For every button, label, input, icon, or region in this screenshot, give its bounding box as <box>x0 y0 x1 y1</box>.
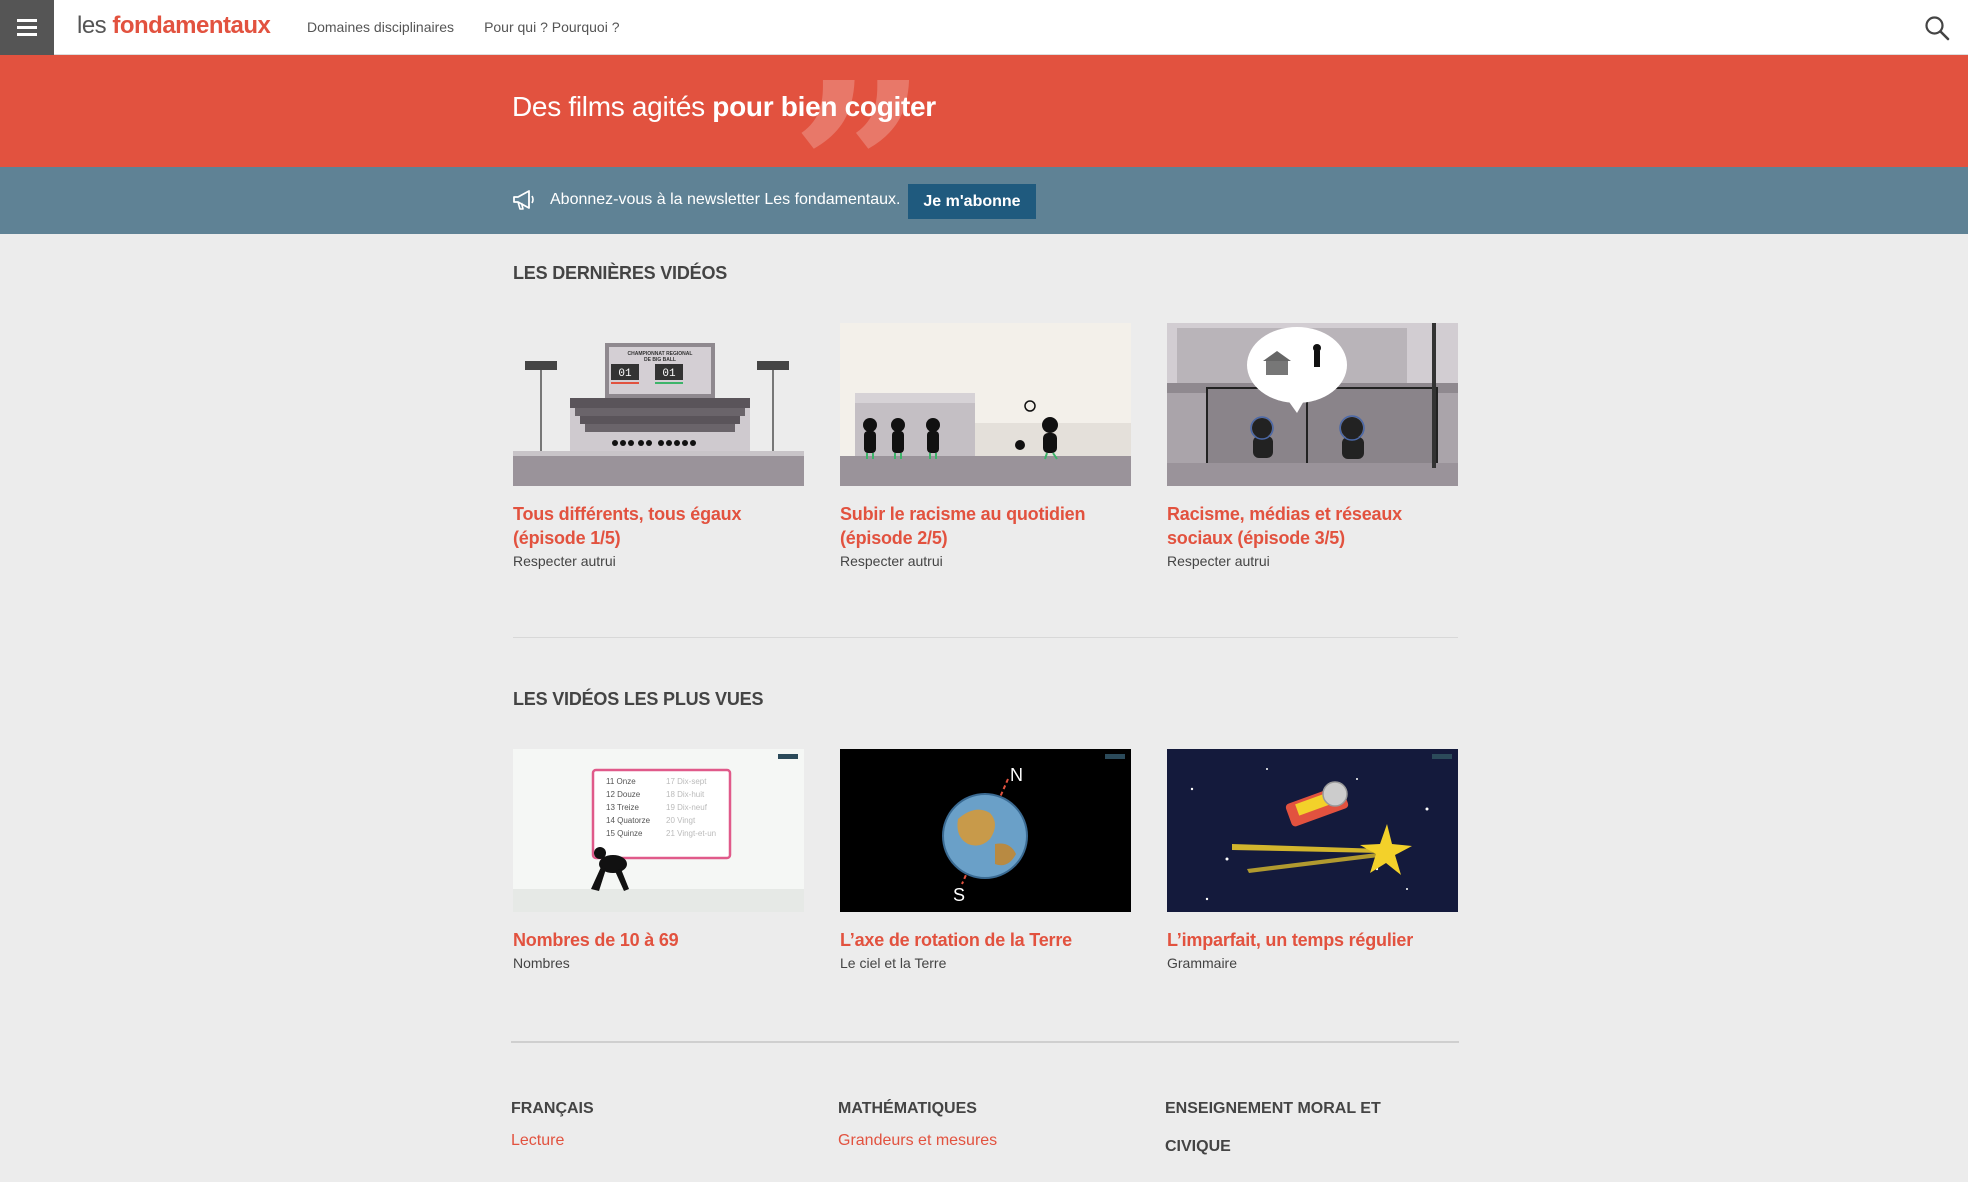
footer-link-grandeurs-mesures[interactable]: Grandeurs et mesures <box>838 1132 1138 1150</box>
scoreboard-line2: DE BIG BALL <box>644 357 676 363</box>
video-card[interactable]: Racisme, médias et réseaux sociaux (épis… <box>1167 323 1458 569</box>
section-title-popular: LES VIDÉOS LES PLUS VUES <box>513 689 764 709</box>
number-word: 11 Onze <box>606 777 636 786</box>
hero-banner: ” Des films agités pour bien cogiter <box>0 55 1968 167</box>
footer-column-title: FRANÇAIS <box>511 1100 594 1117</box>
video-category: Le ciel et la Terre <box>840 955 947 971</box>
video-thumbnail-stadium[interactable]: CHAMPIONNAT REGIONAL DE BIG BALL 01 01 <box>513 323 804 486</box>
video-category: Respecter autrui <box>1167 553 1270 569</box>
video-thumbnail-media[interactable] <box>1167 323 1458 486</box>
newsletter-text: Abonnez-vous à la newsletter Les fondame… <box>550 191 901 208</box>
footer-column-emc: ENSEIGNEMENT MORAL ET CIVIQUE <box>1165 1090 1415 1166</box>
footer-column-francais: FRANÇAIS Lecture <box>511 1090 811 1150</box>
hamburger-icon <box>17 19 37 36</box>
video-title[interactable]: L’imparfait, un temps régulier <box>1167 928 1458 952</box>
video-title[interactable]: Subir le racisme au quotidien (épisode 2… <box>840 502 1131 550</box>
video-title[interactable]: L’axe de rotation de la Terre <box>840 928 1131 952</box>
compass-north-label: N <box>1010 765 1023 785</box>
video-card[interactable]: CHAMPIONNAT REGIONAL DE BIG BALL 01 01 T… <box>513 323 804 569</box>
site-logo[interactable]: les fondamentaux <box>77 12 271 40</box>
footer-column-title: ENSEIGNEMENT MORAL ET CIVIQUE <box>1165 1100 1381 1155</box>
section-divider <box>511 1041 1459 1043</box>
video-category: Respecter autrui <box>513 553 616 569</box>
number-word: 20 Vingt <box>666 816 696 825</box>
subscribe-button[interactable]: Je m'abonne <box>908 184 1036 219</box>
video-category: Respecter autrui <box>840 553 943 569</box>
compass-south-label: S <box>953 885 965 905</box>
nav-pour-qui-pourquoi[interactable]: Pour qui ? Pourquoi ? <box>484 19 619 35</box>
footer-link-lecture[interactable]: Lecture <box>511 1132 811 1150</box>
number-word: 15 Quinze <box>606 829 643 838</box>
video-card[interactable]: L’imparfait, un temps régulier Grammaire <box>1167 749 1458 971</box>
footer-column-title: MATHÉMATIQUES <box>838 1100 977 1117</box>
number-word: 19 Dix-neuf <box>666 803 708 812</box>
number-word: 12 Douze <box>606 790 641 799</box>
video-thumbnail-numbers[interactable]: 11 Onze 12 Douze 13 Treize 14 Quatorze 1… <box>513 749 804 912</box>
section-title-latest: LES DERNIÈRES VIDÉOS <box>513 263 728 283</box>
video-title[interactable]: Racisme, médias et réseaux sociaux (épis… <box>1167 502 1458 550</box>
nav-domaines-disciplinaires[interactable]: Domaines disciplinaires <box>307 19 454 35</box>
video-thumbnail-imparfait[interactable] <box>1167 749 1458 912</box>
newsletter-banner: Abonnez-vous à la newsletter Les fondame… <box>0 167 1968 234</box>
scoreboard-left: 01 <box>618 368 632 380</box>
number-word: 13 Treize <box>606 803 639 812</box>
main-nav: Domaines disciplinaires Pour qui ? Pourq… <box>307 19 620 35</box>
scoreboard-right: 01 <box>662 368 676 380</box>
megaphone-icon <box>513 190 534 210</box>
video-card[interactable]: 11 Onze 12 Douze 13 Treize 14 Quatorze 1… <box>513 749 804 971</box>
hamburger-menu-button[interactable] <box>0 0 54 55</box>
number-word: 14 Quatorze <box>606 816 651 825</box>
section-divider <box>513 637 1458 638</box>
video-card[interactable]: Subir le racisme au quotidien (épisode 2… <box>840 323 1131 569</box>
video-category: Grammaire <box>1167 955 1238 971</box>
video-thumbnail-earth-axis[interactable]: N S <box>840 749 1131 912</box>
top-navigation-bar: les fondamentaux Domaines disciplinaires… <box>0 0 1968 55</box>
number-word: 21 Vingt-et-un <box>666 829 716 838</box>
video-card[interactable]: N S L’axe de rotation de la Terre Le cie… <box>840 749 1131 971</box>
hero-title: Des films agités pour bien cogiter <box>512 91 936 122</box>
number-word: 18 Dix-huit <box>666 790 705 799</box>
video-title[interactable]: Tous différents, tous égaux (épisode 1/5… <box>513 502 804 550</box>
video-category: Nombres <box>513 955 570 971</box>
search-icon[interactable] <box>1924 15 1950 41</box>
footer-column-mathematiques: MATHÉMATIQUES Grandeurs et mesures <box>838 1090 1138 1150</box>
number-word: 17 Dix-sept <box>666 777 707 786</box>
video-title[interactable]: Nombres de 10 à 69 <box>513 928 804 952</box>
video-thumbnail-racism[interactable] <box>840 323 1131 486</box>
